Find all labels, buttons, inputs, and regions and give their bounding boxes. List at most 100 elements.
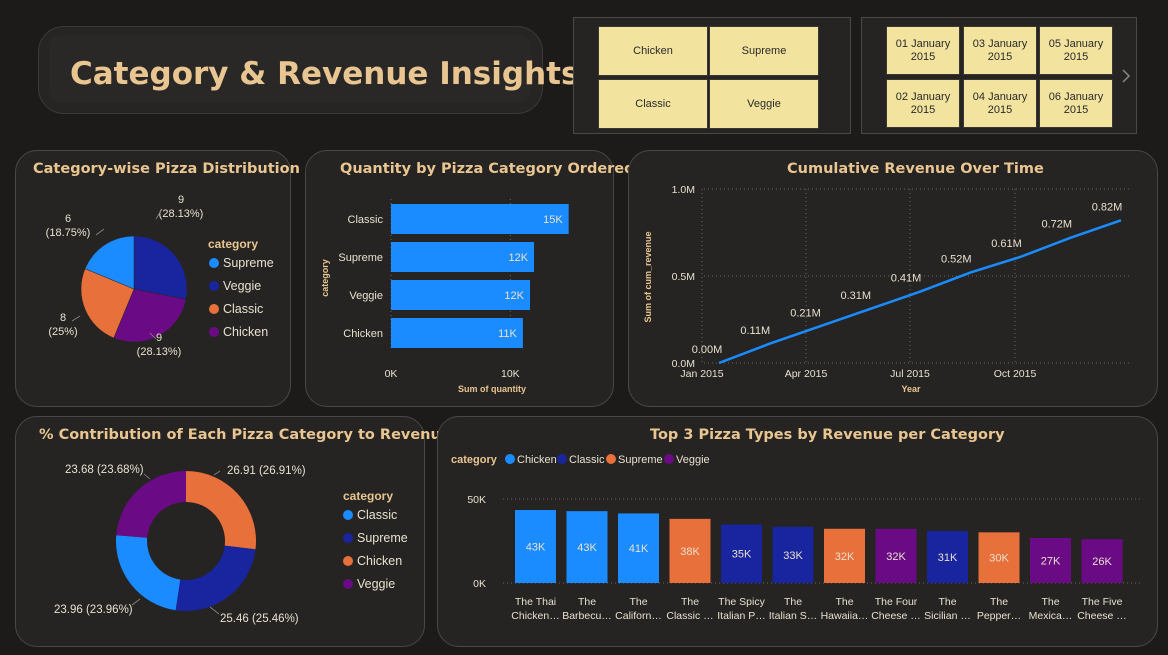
pie-data-label-pct: (18.75%) [46, 227, 91, 239]
donut-slice-veggie [116, 471, 186, 538]
top-x-label-line1: The [629, 596, 647, 608]
title-card: Category & Revenue Insights [38, 26, 579, 114]
line-x-tick: Jan 2015 [680, 368, 723, 380]
line-x-tick: Jul 2015 [890, 368, 930, 380]
line-y-tick: 0.5M [672, 271, 695, 283]
top-x-label-line1: The [784, 596, 802, 608]
slicer-chip-classic[interactable]: Classic [598, 79, 708, 129]
line-data-label: 0.82M [1092, 201, 1123, 213]
legend-dot [209, 304, 219, 314]
donut-legend-veggie[interactable]: Veggie [343, 577, 395, 591]
pie-legend-chicken[interactable]: Chicken [209, 325, 268, 339]
pie-legend-title: category [208, 237, 259, 251]
date-chip[interactable]: 06 January 2015 [1039, 79, 1113, 128]
top-pizzas-chart[interactable]: 0K 50K 43K The Thai Chicken… 43K The Barbecu… 41… [438, 417, 1159, 648]
slicer-chip-chicken[interactable]: Chicken [598, 26, 708, 76]
line-data-label: 0.00M [692, 344, 723, 356]
cumulative-revenue-line [718, 219, 1122, 365]
date-chip[interactable]: 02 January 2015 [886, 79, 960, 128]
donut-legend-chicken[interactable]: Chicken [343, 554, 402, 568]
pie-panel: Category-wise Pizza Distribution 9 (28.13… [15, 150, 300, 407]
line-data-label: 0.61M [991, 238, 1022, 250]
pie-slice-supreme [133, 235, 188, 300]
date-chip[interactable]: 04 January 2015 [963, 79, 1037, 128]
bar-category-label: Chicken [343, 328, 383, 340]
top-x-label-line1: The Four [875, 596, 918, 608]
donut-legend-supreme[interactable]: Supreme [343, 531, 408, 545]
top-x-label-line2: Californ… [615, 610, 662, 622]
line-data-label: 0.72M [1041, 219, 1072, 231]
donut-leader-line [209, 606, 220, 615]
donut-slice-supreme [175, 545, 256, 611]
top-bar-data-label: 43K [526, 542, 546, 554]
top-x-label-line1: The [990, 596, 1008, 608]
donut-legend-classic[interactable]: Classic [343, 508, 397, 522]
bar-data-label: 15K [543, 214, 563, 226]
top-bar-data-label: 35K [732, 549, 752, 561]
donut-data-label: 23.96 (23.96%) [54, 604, 133, 616]
bar-chart[interactable]: Classic 15K Supreme 12K Veggie 12K Chicken 11K 0… [306, 151, 615, 408]
date-chip[interactable]: 03 January 2015 [963, 26, 1037, 75]
bar-classic [391, 204, 569, 234]
top-pizzas-panel: Top 3 Pizza Types by Revenue per Categor… [437, 416, 1158, 647]
donut-slice-classic [186, 471, 256, 550]
top-x-label-line2: Cheese … [1077, 610, 1127, 622]
top-bar-data-label: 32K [886, 551, 906, 563]
top-x-label-line1: The [835, 596, 853, 608]
pie-data-label-pct: (25%) [48, 326, 77, 338]
line-data-label: 0.21M [790, 307, 821, 319]
top-bar-data-label: 32K [835, 551, 855, 563]
slicer-chip-veggie[interactable]: Veggie [709, 79, 819, 129]
donut-data-label: 23.68 (23.68%) [65, 464, 144, 476]
line-y-tick: 1.0M [672, 184, 695, 196]
top-x-label-line2: Sicilian … [924, 610, 971, 622]
donut-panel: % Contribution of Each Pizza Category to… [15, 416, 451, 647]
line-chart[interactable]: 0.0M0.5M1.0MJan 2015 Apr 2015 Jul 2015 Oct … [629, 151, 1159, 408]
category-slicer: Chicken Supreme Classic Veggie [573, 17, 851, 134]
pie-data-label: 9 [156, 332, 162, 344]
top-bar-data-label: 26K [1092, 556, 1112, 568]
pie-legend-supreme[interactable]: Supreme [209, 256, 274, 270]
date-chip[interactable]: 01 January 2015 [886, 26, 960, 75]
page-title: Category & Revenue Insights [70, 56, 580, 92]
pie-legend-classic[interactable]: Classic [209, 302, 263, 316]
line-data-label: 0.52M [941, 254, 972, 266]
title-inner: Category & Revenue Insights [49, 35, 579, 103]
line-x-tick: Oct 2015 [994, 368, 1037, 380]
donut-data-label: 26.91 (26.91%) [227, 465, 306, 477]
top-x-label-line2: Barbecu… [562, 610, 612, 622]
date-slicer: 01 January 2015 03 January 2015 05 Janua… [861, 17, 1137, 134]
pie-data-label: 6 [65, 213, 71, 225]
bar-x-tick: 10K [501, 368, 520, 380]
bar-category-label: Veggie [349, 290, 383, 302]
top-bar-data-label: 30K [989, 553, 1009, 565]
pie-legend-veggie[interactable]: Veggie [209, 279, 261, 293]
legend-dot [343, 556, 353, 566]
line-panel: Cumulative Revenue Over Time 0.0M 0.5M 1.0… [628, 150, 1158, 407]
top-x-label-line1: The [578, 596, 596, 608]
top-bar-data-label: 43K [577, 542, 597, 554]
date-chip[interactable]: 05 January 2015 [1039, 26, 1113, 75]
chevron-right-icon[interactable] [1120, 68, 1132, 84]
top-x-label-line2: Mexica… [1029, 610, 1073, 622]
top-bar-data-label: 27K [1041, 556, 1061, 568]
top-x-label-line2: Italian P… [717, 610, 765, 622]
top-x-label-line2: Chicken… [511, 610, 559, 622]
top-x-label-line1: The Five [1082, 596, 1123, 608]
top-y-tick: 50K [467, 494, 486, 506]
slicer-chip-supreme[interactable]: Supreme [709, 26, 819, 76]
top-bar-data-label: 41K [629, 543, 649, 555]
top-x-label-line2: Cheese … [871, 610, 921, 622]
line-x-axis-title: Year [901, 384, 921, 394]
top-x-label-line2: Italian S… [769, 610, 817, 622]
top-x-label-line1: The Spicy [718, 596, 765, 608]
line-data-label: 0.31M [840, 290, 871, 302]
line-y-axis-title: Sum of cum_revenue [643, 231, 653, 322]
top-x-label-line1: The [938, 596, 956, 608]
donut-data-label: 25.46 (25.46%) [220, 613, 299, 625]
bar-x-tick: 0K [385, 368, 398, 380]
bar-category-label: Classic [348, 214, 384, 226]
pie-data-label-pct: (28.13%) [159, 208, 204, 220]
bar-panel: Quantity by Pizza Category Ordered Class… [305, 150, 635, 408]
legend-dot [209, 281, 219, 291]
